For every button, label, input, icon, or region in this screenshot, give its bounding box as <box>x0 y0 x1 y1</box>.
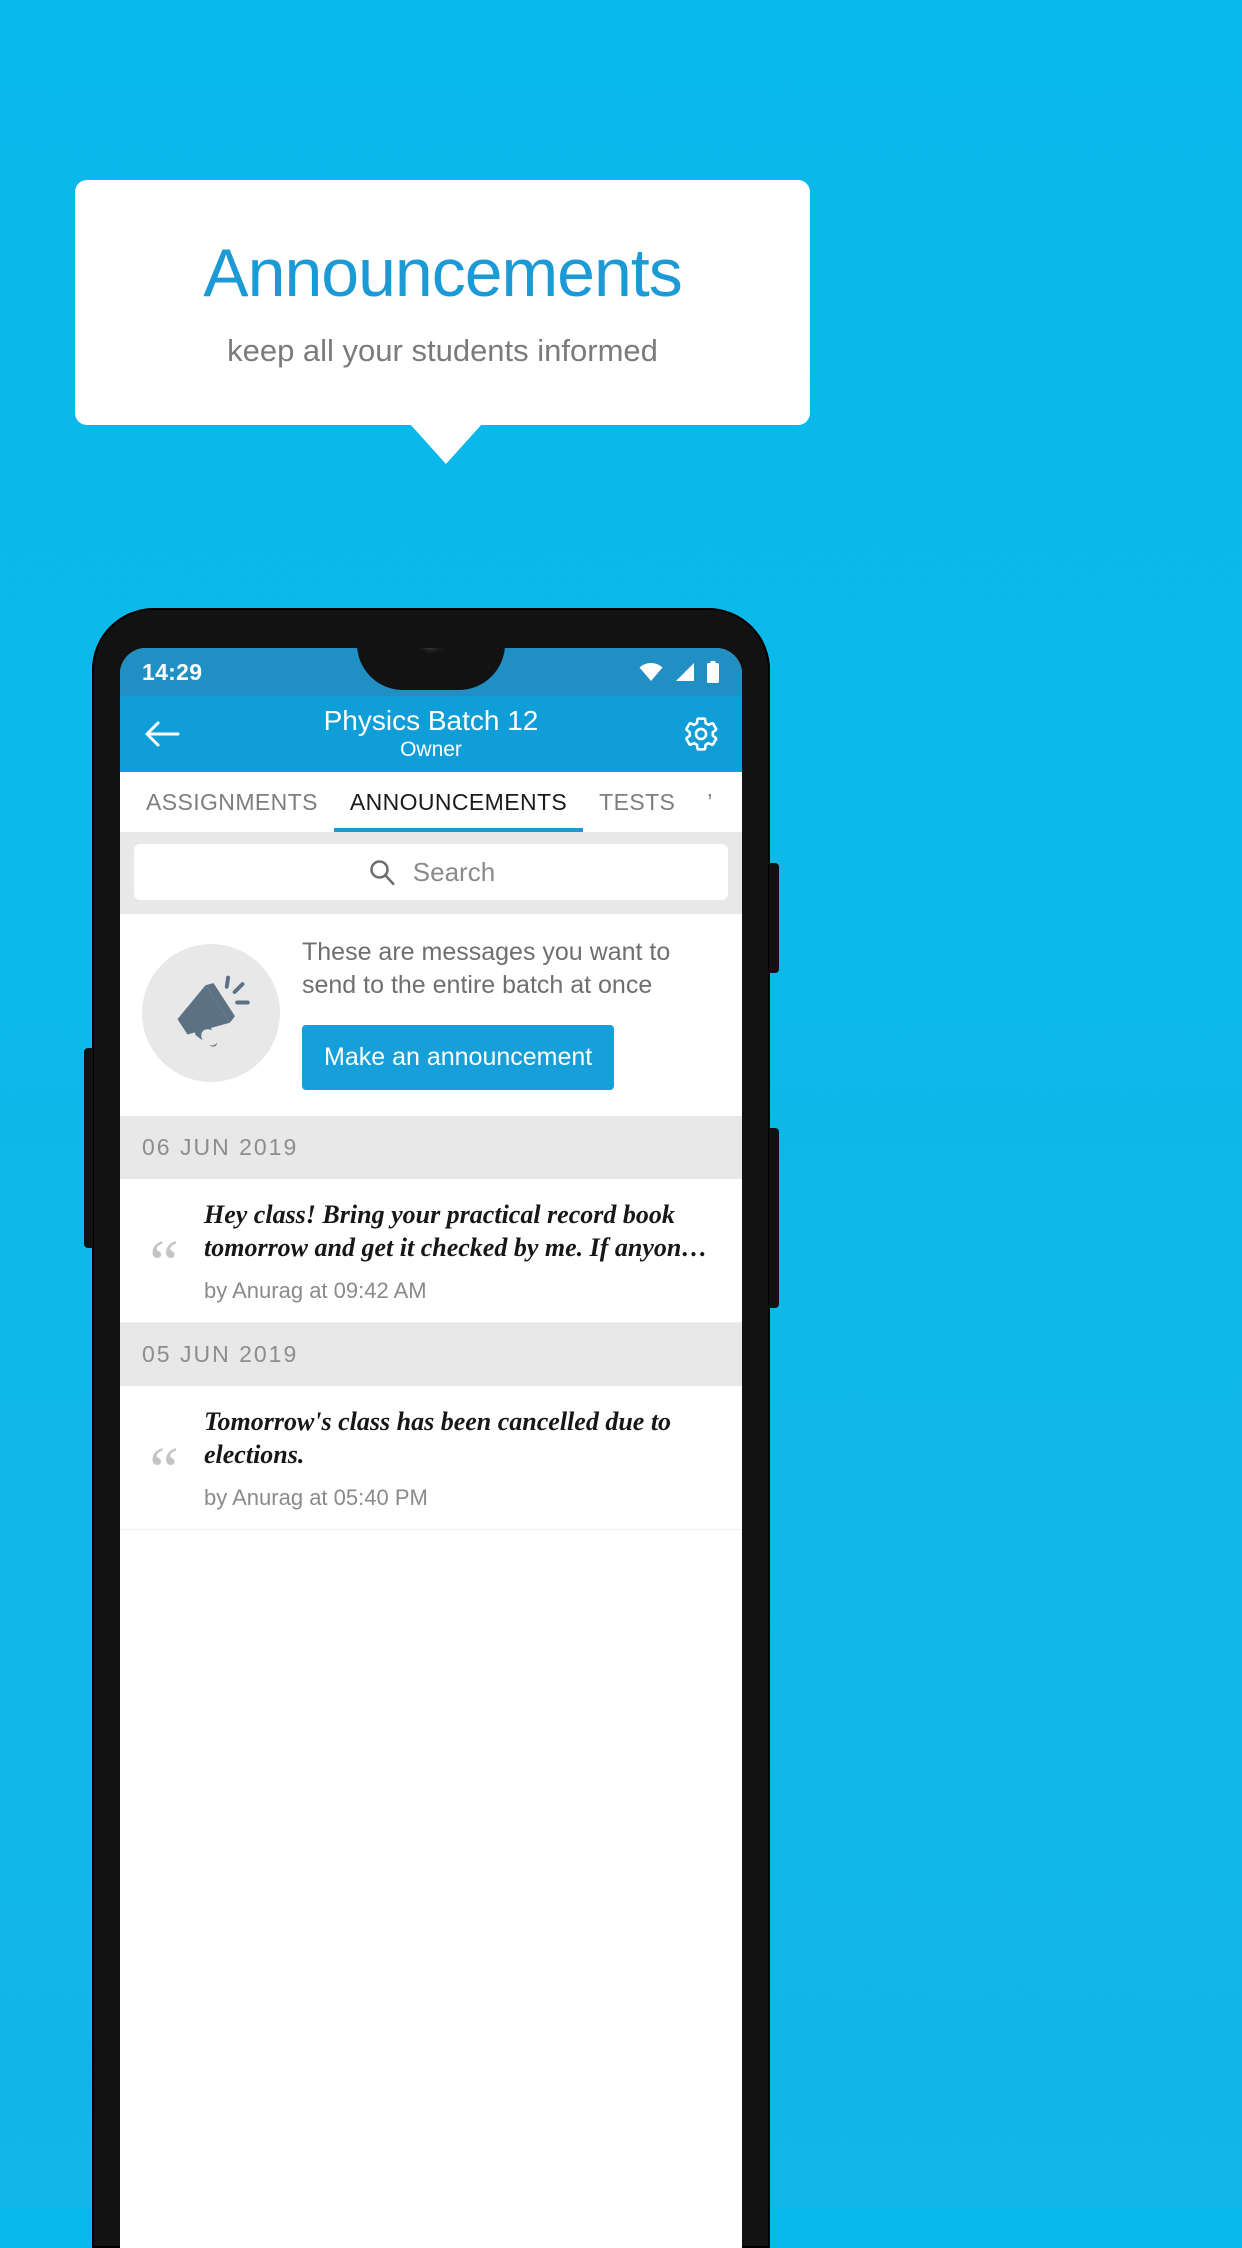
announcement-intro-right: These are messages you want to send to t… <box>302 936 722 1090</box>
search-input[interactable]: Search <box>134 844 728 900</box>
announcement-intro-text: These are messages you want to send to t… <box>302 938 671 999</box>
announcement-row[interactable]: “ Tomorrow's class has been cancelled du… <box>120 1386 742 1530</box>
announcement-meta: by Anurag at 05:40 PM <box>204 1485 428 1510</box>
app-bar-title: Physics Batch 12 <box>323 704 539 736</box>
tab-bar: ASSIGNMENTS ANNOUNCEMENTS TESTS ’ <box>120 772 742 832</box>
back-button[interactable] <box>142 714 182 754</box>
signal-icon <box>674 662 696 682</box>
search-icon <box>367 857 397 887</box>
page-title: Announcements <box>203 235 682 312</box>
megaphone-badge <box>142 944 280 1082</box>
tab-overflow[interactable]: ’ <box>691 772 729 832</box>
front-camera-icon <box>418 648 444 650</box>
wifi-icon <box>638 662 664 682</box>
back-arrow-icon <box>144 720 180 748</box>
make-announcement-button[interactable]: Make an announcement <box>302 1025 615 1090</box>
phone-power-button <box>769 1128 779 1308</box>
announcement-body: Hey class! Bring your practical record b… <box>204 1199 726 1304</box>
settings-button[interactable] <box>680 713 722 755</box>
phone-volume-button <box>769 863 779 973</box>
phone-frame: 14:29 Physics Batch 12 Owner ASSIGNMENTS… <box>84 608 779 2248</box>
camera-notch <box>357 648 505 690</box>
phone-screen: 14:29 Physics Batch 12 Owner ASSIGNMENTS… <box>120 648 742 2248</box>
gear-icon <box>682 715 720 753</box>
announcement-meta: by Anurag at 09:42 AM <box>204 1278 427 1303</box>
quote-icon: “ <box>149 1433 179 1507</box>
battery-icon <box>706 661 720 683</box>
date-header: 06 JUN 2019 <box>120 1116 742 1179</box>
app-bar-subtitle: Owner <box>400 738 462 762</box>
search-container: Search <box>120 832 742 914</box>
page-subtitle: keep all your students informed <box>227 332 658 368</box>
tab-tests[interactable]: TESTS <box>583 772 691 832</box>
status-icons <box>638 661 720 683</box>
tab-assignments[interactable]: ASSIGNMENTS <box>120 772 334 832</box>
status-clock: 14:29 <box>142 658 203 685</box>
announcement-body: Tomorrow's class has been cancelled due … <box>204 1406 726 1511</box>
quote-icon: “ <box>149 1226 179 1300</box>
promo-card: Announcements keep all your students inf… <box>75 180 810 425</box>
tab-announcements[interactable]: ANNOUNCEMENTS <box>333 772 584 832</box>
announcement-text: Tomorrow's class has been cancelled due … <box>204 1407 672 1469</box>
megaphone-icon <box>169 971 253 1055</box>
announcement-row[interactable]: “ Hey class! Bring your practical record… <box>120 1179 742 1323</box>
promo-card-tail <box>410 424 482 464</box>
announcement-intro-card: These are messages you want to send to t… <box>120 914 742 1116</box>
app-bar-inner: Physics Batch 12 Owner <box>120 696 742 772</box>
announcement-text: Hey class! Bring your practical record b… <box>204 1200 708 1262</box>
search-placeholder: Search <box>412 856 496 887</box>
date-header: 05 JUN 2019 <box>120 1323 742 1386</box>
app-bar: Physics Batch 12 Owner <box>120 696 742 772</box>
phone-left-button <box>84 1048 93 1248</box>
status-bar: 14:29 <box>120 648 742 696</box>
